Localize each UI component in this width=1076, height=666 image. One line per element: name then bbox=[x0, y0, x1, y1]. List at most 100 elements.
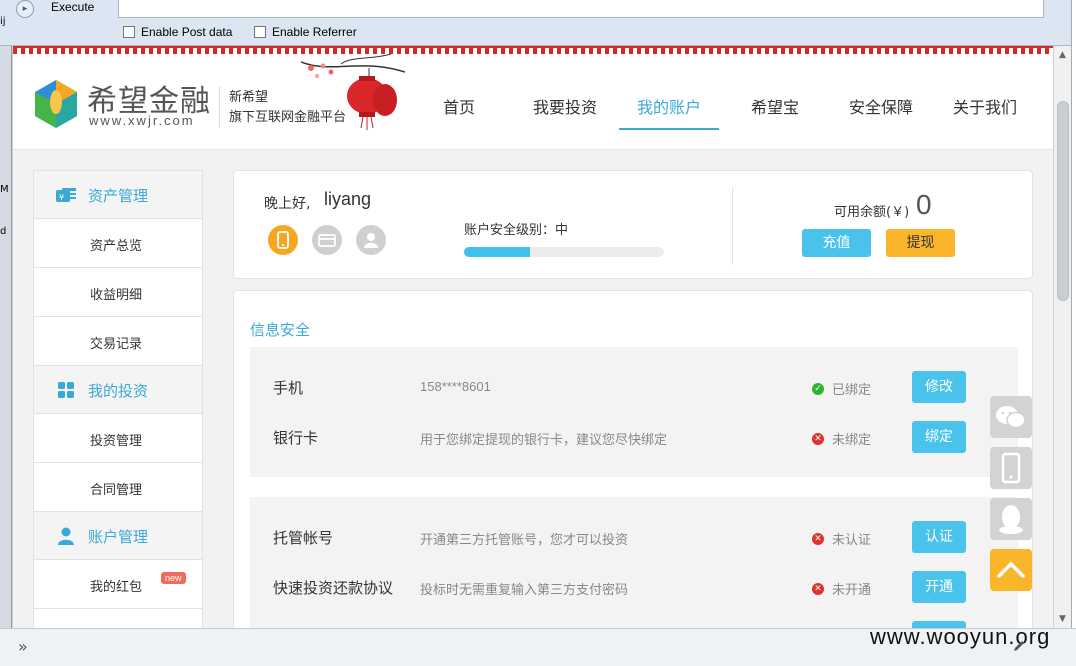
site-header: 希望金融 www.xwjr.com 新希望 旗下互联网金融平台 首页 我要投资 … bbox=[13, 54, 1053, 150]
sidebar-group-assets[interactable]: ¥ 资产管理 bbox=[34, 171, 202, 219]
brand-divider bbox=[219, 86, 220, 128]
mobile-app-float-button[interactable] bbox=[990, 447, 1032, 489]
row-desc-phone: 158****8601 bbox=[420, 379, 491, 394]
sidebar-item-label: 收益明细 bbox=[90, 288, 143, 303]
enable-referrer-label: Enable Referrer bbox=[272, 25, 357, 39]
checkbox-box-icon[interactable] bbox=[123, 26, 135, 38]
recharge-button[interactable]: 充值 bbox=[802, 229, 871, 257]
execute-button[interactable]: Execute bbox=[51, 0, 94, 14]
hackbar-url-input[interactable] bbox=[118, 0, 1044, 18]
sidebar-item-red-packets[interactable]: 我的红包 new bbox=[34, 560, 202, 609]
info-security-title: 信息安全 bbox=[250, 321, 311, 339]
username: liyang bbox=[324, 189, 372, 209]
page-scrollbar[interactable]: ▲ ▼ bbox=[1053, 46, 1071, 628]
back-to-top-button[interactable] bbox=[990, 549, 1032, 591]
row-label-quick-invest: 快速投资还款协议 bbox=[273, 579, 394, 597]
scroll-thumb[interactable] bbox=[1057, 101, 1069, 301]
row-status-bank-card: ✕ 未绑定 bbox=[812, 429, 871, 448]
sidebar-item-income-detail[interactable]: 收益明细 bbox=[34, 268, 202, 317]
x-circle-icon: ✕ bbox=[812, 432, 824, 445]
enable-post-label: Enable Post data bbox=[141, 25, 233, 39]
open-quick-invest-button[interactable]: 开通 bbox=[912, 571, 966, 603]
x-circle-icon: ✕ bbox=[812, 582, 824, 595]
svg-text:¥: ¥ bbox=[59, 193, 64, 202]
status-text: 未绑定 bbox=[832, 433, 872, 448]
status-text: 已绑定 bbox=[832, 383, 872, 398]
scroll-down-arrow-icon[interactable]: ▼ bbox=[1054, 610, 1071, 628]
card-divider bbox=[732, 187, 733, 265]
wechat-float-button[interactable] bbox=[990, 396, 1032, 438]
brand-url: www.xwjr.com bbox=[89, 113, 195, 128]
nav-invest[interactable]: 我要投资 bbox=[525, 94, 605, 132]
left-strip-mark: ij bbox=[0, 16, 6, 27]
execute-play-icon[interactable]: ▸ bbox=[16, 0, 34, 18]
qq-penguin-icon bbox=[999, 505, 1023, 534]
status-text: 未认证 bbox=[832, 533, 872, 548]
left-window-strip: ij M d bbox=[0, 16, 12, 636]
sidebar-item-investment-management[interactable]: 投资管理 bbox=[34, 414, 202, 463]
sidebar-group-account[interactable]: 账户管理 bbox=[34, 512, 202, 560]
account-sidebar: ¥ 资产管理 资产总览 收益明细 交易记录 我的投资 投资管理 合同管理 账户管… bbox=[33, 170, 203, 628]
nav-active-underline bbox=[619, 128, 719, 130]
sidebar-group-investments[interactable]: 我的投资 bbox=[34, 366, 202, 414]
security-level-fill bbox=[464, 247, 530, 257]
new-badge: new bbox=[161, 572, 186, 584]
greeting-text: 晚上好, bbox=[264, 196, 311, 212]
left-strip-mark: d bbox=[0, 226, 7, 237]
row-desc-escrow: 开通第三方托管账号，您才可以投资 bbox=[420, 533, 629, 548]
sidebar-item-contracts[interactable]: 合同管理 bbox=[34, 463, 202, 512]
slogan-line1: 新希望 bbox=[229, 90, 269, 105]
nav-about[interactable]: 关于我们 bbox=[945, 94, 1025, 132]
row-status-quick-invest: ✕ 未开通 bbox=[812, 579, 871, 598]
wallet-icon: ¥ bbox=[56, 188, 76, 202]
xwjr-logo-icon[interactable] bbox=[31, 76, 81, 132]
double-chevron-icon[interactable]: » bbox=[18, 637, 28, 656]
nav-xiwangbao[interactable]: 希望宝 bbox=[743, 94, 807, 132]
qq-float-button[interactable] bbox=[990, 498, 1032, 540]
row-desc-bank-card: 用于您绑定提现的银行卡，建议您尽快绑定 bbox=[420, 433, 668, 448]
phone-icon bbox=[1001, 452, 1021, 484]
info-security-panel: 信息安全 手机 158****8601 ✓ 已绑定 修改 银行卡 用于您绑定提现… bbox=[233, 290, 1033, 628]
phone-verified-icon[interactable] bbox=[268, 225, 298, 255]
wechat-icon bbox=[996, 406, 1026, 429]
right-window-edge bbox=[1071, 0, 1076, 666]
verify-escrow-button[interactable]: 认证 bbox=[912, 521, 966, 553]
balance-value: 0 bbox=[916, 189, 932, 220]
security-level-label: 账户安全级别：中 bbox=[464, 223, 569, 238]
sidebar-item-label: 我的红包 bbox=[90, 580, 143, 595]
sidebar-item-asset-overview[interactable]: 资产总览 bbox=[34, 219, 202, 268]
sidebar-item-label: 投资管理 bbox=[90, 434, 143, 449]
festive-border bbox=[13, 46, 1053, 54]
checkbox-box-icon[interactable] bbox=[254, 26, 266, 38]
identity-user-icon[interactable] bbox=[356, 225, 386, 255]
escrow-group: 托管帐号 开通第三方托管账号，您才可以投资 ✕ 未认证 认证 快速投资还款协议 … bbox=[250, 497, 1018, 628]
lantern-decoration-icon bbox=[301, 54, 405, 130]
left-strip-mark: M bbox=[0, 184, 9, 195]
user-icon bbox=[58, 527, 74, 545]
nav-home[interactable]: 首页 bbox=[433, 94, 485, 132]
chevron-up-icon bbox=[997, 561, 1025, 578]
modify-phone-button[interactable]: 修改 bbox=[912, 371, 966, 403]
user-summary-card: 晚上好, liyang 账户安全级别：中 可用余额(￥) 0 充值 提现 bbox=[233, 170, 1033, 279]
bind-bank-card-button[interactable]: 绑定 bbox=[912, 421, 966, 453]
scroll-up-arrow-icon[interactable]: ▲ bbox=[1054, 46, 1071, 64]
pen-icon[interactable] bbox=[1012, 639, 1026, 653]
nav-security[interactable]: 安全保障 bbox=[841, 94, 921, 132]
row-desc-quick-invest: 投标时无需重复输入第三方支付密码 bbox=[420, 583, 629, 598]
grid-icon bbox=[58, 382, 74, 398]
sidebar-item-label: 资产总览 bbox=[90, 239, 143, 254]
sidebar-item-label: 合同管理 bbox=[90, 483, 143, 498]
nav-my-account[interactable]: 我的账户 bbox=[629, 94, 709, 132]
sidebar-item-transactions[interactable]: 交易记录 bbox=[34, 317, 202, 366]
binding-group: 手机 158****8601 ✓ 已绑定 修改 银行卡 用于您绑定提现的银行卡，… bbox=[250, 347, 1018, 477]
enable-referrer-checkbox[interactable]: Enable Referrer bbox=[254, 25, 357, 39]
sidebar-group-title: 我的投资 bbox=[88, 382, 149, 400]
row-status-phone: ✓ 已绑定 bbox=[812, 379, 871, 398]
balance-label: 可用余额(￥) bbox=[834, 205, 910, 220]
sidebar-group-title: 账户管理 bbox=[88, 528, 149, 546]
bank-card-icon[interactable] bbox=[312, 225, 342, 255]
enable-post-checkbox[interactable]: Enable Post data bbox=[123, 25, 232, 39]
security-level-bar bbox=[464, 247, 664, 257]
row-status-escrow: ✕ 未认证 bbox=[812, 529, 871, 548]
withdraw-button[interactable]: 提现 bbox=[886, 229, 955, 257]
